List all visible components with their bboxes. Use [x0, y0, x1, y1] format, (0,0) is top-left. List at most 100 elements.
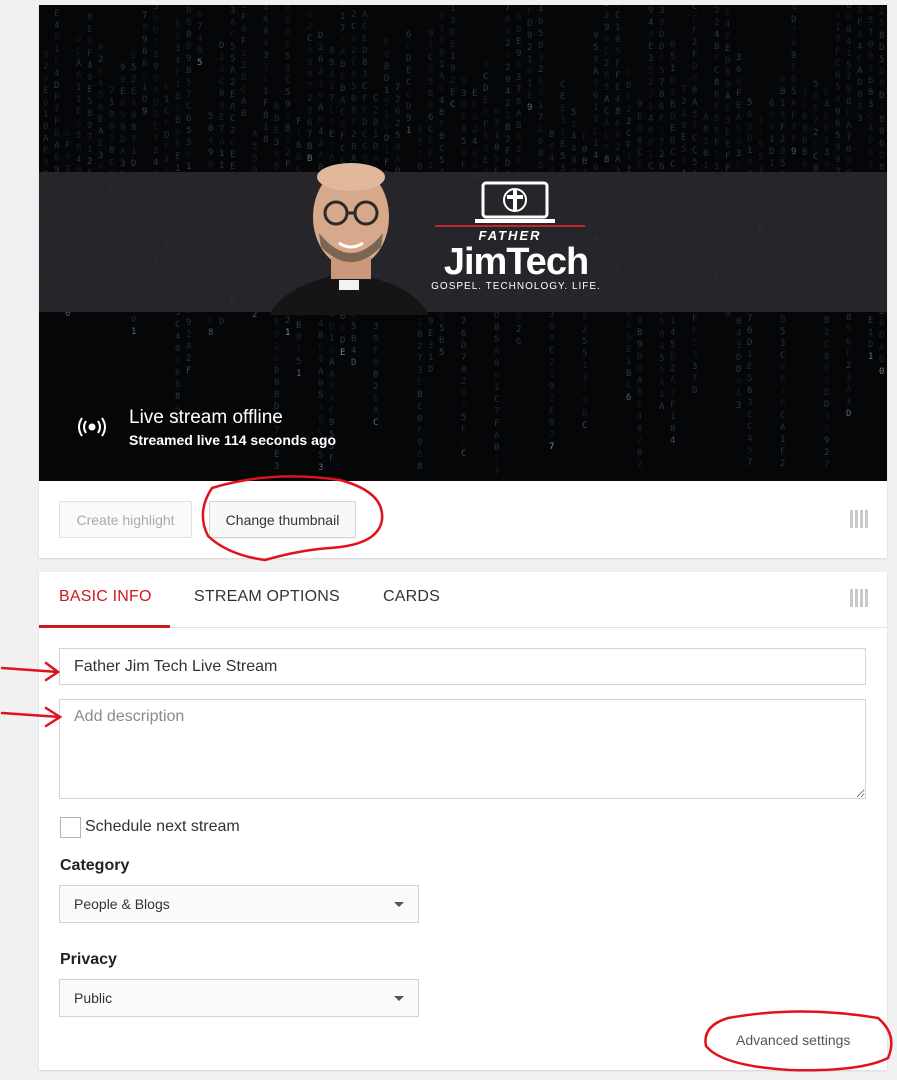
- drag-handle-icon[interactable]: [850, 510, 868, 528]
- svg-text:B: B: [626, 81, 631, 91]
- svg-text:A: A: [329, 370, 335, 380]
- svg-text:C: C: [362, 82, 367, 92]
- svg-text:E: E: [219, 113, 224, 123]
- svg-text:2: 2: [164, 155, 169, 165]
- tab-stream-options[interactable]: STREAM OPTIONS: [194, 588, 340, 606]
- svg-text:D: D: [824, 88, 829, 98]
- svg-text:7: 7: [197, 22, 202, 32]
- svg-text:7: 7: [780, 387, 785, 397]
- svg-text:F: F: [780, 447, 785, 457]
- svg-text:3: 3: [428, 341, 433, 351]
- svg-text:E: E: [868, 316, 873, 326]
- category-select[interactable]: People & Blogs: [59, 885, 419, 923]
- svg-text:7: 7: [747, 458, 752, 468]
- svg-text:B: B: [747, 122, 752, 132]
- svg-text:8: 8: [714, 114, 719, 124]
- svg-text:2: 2: [131, 75, 136, 85]
- advanced-settings-link[interactable]: Advanced settings: [736, 1032, 850, 1048]
- svg-text:8: 8: [428, 65, 433, 75]
- svg-text:2: 2: [307, 94, 312, 104]
- svg-text:2: 2: [714, 18, 719, 28]
- svg-text:7: 7: [340, 36, 345, 46]
- svg-text:0: 0: [670, 40, 675, 50]
- svg-text:1: 1: [296, 369, 301, 379]
- svg-text:D: D: [428, 365, 433, 375]
- svg-text:7: 7: [692, 122, 697, 132]
- svg-text:A: A: [593, 67, 599, 77]
- svg-text:F: F: [527, 7, 532, 17]
- schedule-label[interactable]: Schedule next stream: [85, 818, 240, 836]
- svg-text:6: 6: [175, 32, 180, 42]
- svg-text:3: 3: [868, 64, 873, 74]
- video-preview[interactable]: B28E61BAF09FB2C9BD6D88E4B1E4DF7FBA69740D…: [39, 5, 887, 481]
- svg-text:5: 5: [186, 78, 191, 88]
- svg-text:8: 8: [98, 103, 103, 113]
- svg-text:A: A: [604, 119, 610, 129]
- svg-text:C: C: [439, 144, 444, 154]
- svg-text:D: D: [824, 388, 829, 398]
- svg-text:D: D: [736, 365, 741, 375]
- svg-text:4: 4: [857, 42, 862, 52]
- svg-text:A: A: [131, 99, 137, 109]
- svg-text:1: 1: [868, 328, 873, 338]
- svg-text:2: 2: [472, 125, 477, 135]
- tab-basic-info[interactable]: BASIC INFO: [59, 588, 152, 606]
- svg-text:8: 8: [846, 313, 851, 323]
- svg-text:7: 7: [219, 125, 224, 135]
- svg-text:2: 2: [505, 111, 510, 121]
- svg-text:A: A: [857, 30, 863, 40]
- drag-handle-icon[interactable]: [850, 589, 868, 607]
- svg-text:9: 9: [802, 124, 807, 134]
- svg-text:F: F: [439, 120, 444, 130]
- schedule-checkbox[interactable]: [60, 817, 81, 838]
- svg-text:4: 4: [670, 328, 675, 338]
- svg-text:2: 2: [417, 342, 422, 352]
- change-thumbnail-button[interactable]: Change thumbnail: [209, 501, 356, 538]
- svg-text:4: 4: [571, 132, 576, 142]
- description-input[interactable]: [59, 699, 866, 799]
- svg-text:9: 9: [615, 5, 620, 9]
- svg-text:E: E: [483, 108, 488, 118]
- svg-text:8: 8: [714, 126, 719, 136]
- svg-text:7: 7: [54, 105, 59, 115]
- svg-text:D: D: [736, 353, 741, 363]
- tab-bar: BASIC INFO STREAM OPTIONS CARDS: [39, 572, 887, 628]
- svg-text:4: 4: [153, 158, 158, 168]
- svg-text:B: B: [637, 388, 642, 398]
- svg-text:A: A: [43, 134, 49, 144]
- svg-text:E: E: [230, 150, 235, 160]
- svg-text:C: C: [626, 129, 631, 139]
- svg-text:0: 0: [384, 50, 389, 60]
- svg-text:4: 4: [637, 412, 642, 422]
- svg-text:0: 0: [538, 77, 543, 87]
- create-highlight-button[interactable]: Create highlight: [59, 501, 192, 538]
- svg-text:F: F: [835, 47, 840, 57]
- svg-text:C: C: [604, 107, 609, 117]
- privacy-select[interactable]: Public: [59, 979, 419, 1017]
- svg-text:7: 7: [813, 116, 818, 126]
- svg-text:D: D: [879, 331, 884, 341]
- svg-text:3: 3: [461, 89, 466, 99]
- svg-text:B: B: [417, 390, 422, 400]
- title-input[interactable]: [59, 648, 866, 685]
- svg-text:B: B: [373, 118, 378, 128]
- svg-text:9: 9: [450, 64, 455, 74]
- svg-text:6: 6: [747, 326, 752, 336]
- svg-text:C: C: [747, 422, 752, 432]
- svg-text:B: B: [54, 33, 59, 43]
- svg-text:C: C: [450, 100, 455, 110]
- svg-text:A: A: [604, 143, 610, 153]
- svg-text:C: C: [692, 14, 697, 24]
- svg-text:5: 5: [780, 111, 785, 121]
- svg-text:A: A: [846, 385, 852, 395]
- svg-text:F: F: [351, 118, 356, 128]
- svg-text:0: 0: [340, 60, 345, 70]
- svg-text:3: 3: [593, 115, 598, 125]
- svg-text:7: 7: [681, 85, 686, 95]
- svg-text:3: 3: [747, 398, 752, 408]
- svg-text:F: F: [329, 454, 334, 464]
- svg-text:3: 3: [802, 88, 807, 98]
- svg-text:9: 9: [120, 123, 125, 133]
- tab-cards[interactable]: CARDS: [383, 588, 440, 606]
- svg-text:D: D: [868, 340, 873, 350]
